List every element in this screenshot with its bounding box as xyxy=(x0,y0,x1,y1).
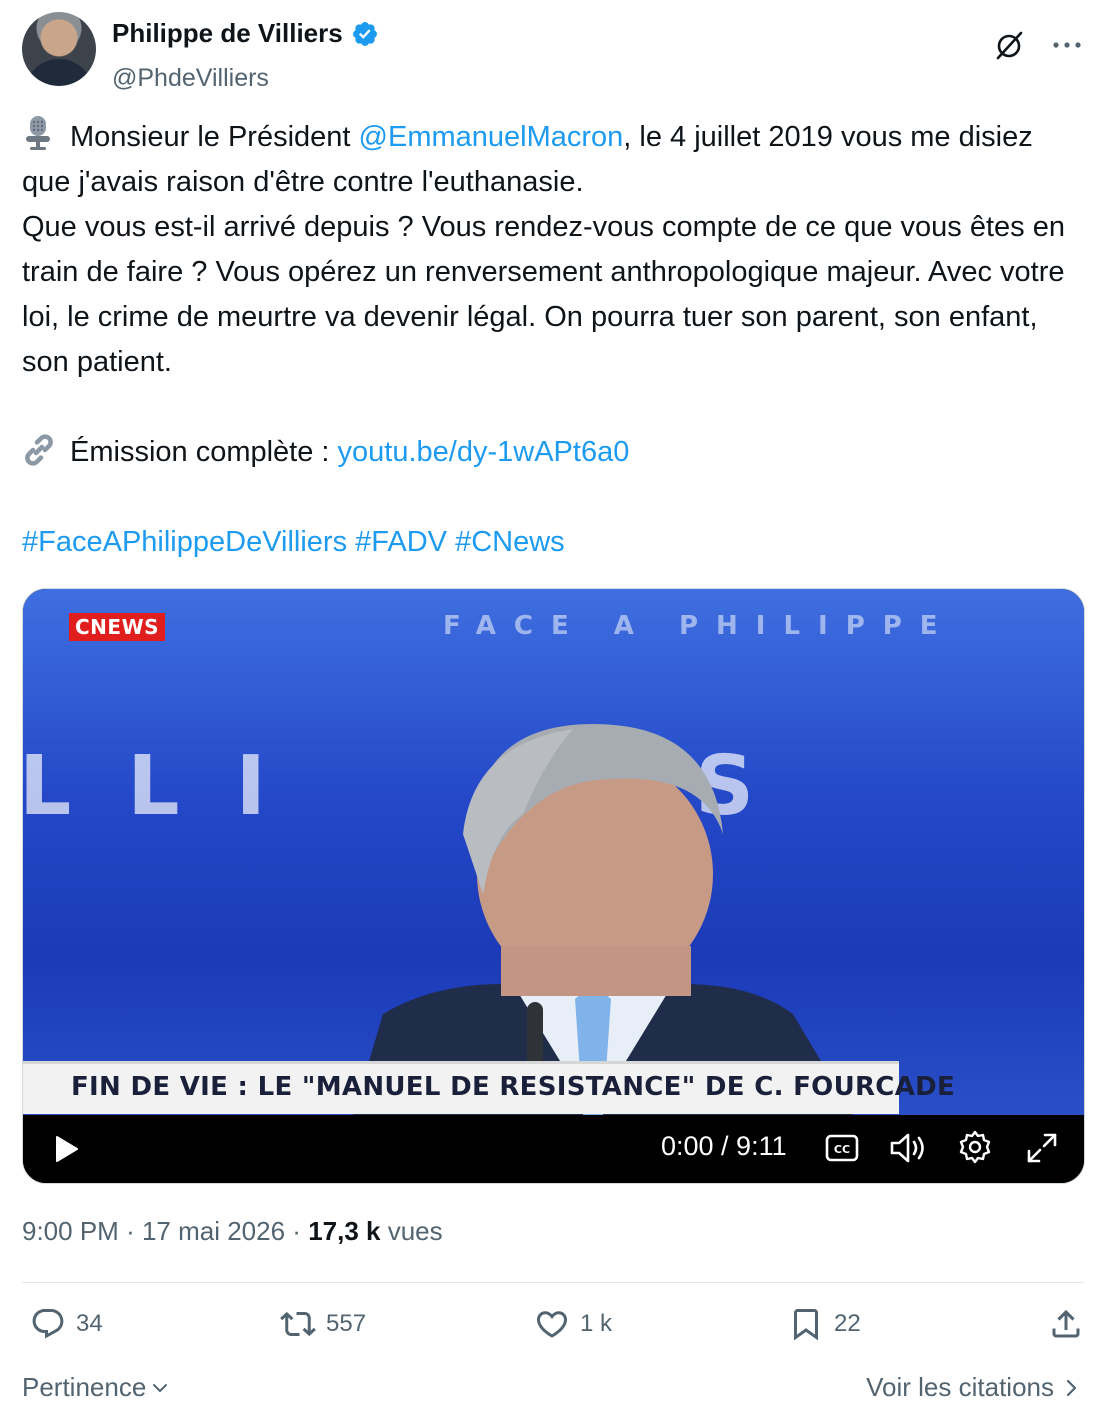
tweet-paragraph-emission: Émission complète : youtu.be/dy-1wAPt6a0 xyxy=(22,430,1088,475)
tweet-actions: 34 557 1 k 22 xyxy=(22,1306,1084,1354)
quotes-label: Voir les citations xyxy=(866,1372,1054,1402)
bookmark-button[interactable]: 22 xyxy=(788,1306,861,1342)
emission-link[interactable]: youtu.be/dy-1wAPt6a0 xyxy=(338,436,630,468)
repost-icon xyxy=(280,1311,316,1337)
views-label: vues xyxy=(387,1216,443,1246)
avatar[interactable] xyxy=(22,12,96,86)
video-frame[interactable]: FACE A PHILIPPE LLI S CNEWS xyxy=(23,589,1084,1115)
more-options-icon[interactable] xyxy=(1050,30,1084,60)
banner-text: FIN DE VIE : LE "MANUEL DE RESISTANCE" D… xyxy=(71,1072,956,1102)
reply-button[interactable]: 34 xyxy=(30,1306,103,1342)
sort-selector[interactable]: Pertinence xyxy=(22,1372,170,1403)
author-name-row: Philippe de Villiers xyxy=(112,18,379,49)
hashtag-link[interactable]: #FaceAPhilippeDeVilliers xyxy=(22,526,347,558)
emission-label: Émission complète : xyxy=(70,436,338,468)
heart-icon xyxy=(536,1311,568,1338)
tweet-time[interactable]: 9:00 PM xyxy=(22,1216,119,1246)
svg-text:CC: CC xyxy=(834,1143,850,1156)
studio-background-letters: LLI xyxy=(22,739,323,834)
tweet-paragraph-1: Monsieur le Président @EmmanuelMacron, l… xyxy=(22,114,1088,205)
repost-count: 557 xyxy=(326,1310,367,1337)
author-name[interactable]: Philippe de Villiers xyxy=(112,18,343,49)
hashtag-link[interactable]: #CNews xyxy=(455,526,565,558)
verified-badge-icon xyxy=(352,21,377,46)
tweet-date[interactable]: 17 mai 2026 xyxy=(142,1216,285,1246)
share-icon xyxy=(1052,1309,1080,1338)
tweet-text: Monsieur le Président @EmmanuelMacron, l… xyxy=(22,114,1088,565)
microphone-emoji-icon xyxy=(26,116,50,150)
presenter-image xyxy=(353,724,853,1115)
bookmark-icon xyxy=(794,1309,818,1341)
like-count: 1 k xyxy=(580,1310,613,1337)
tweet-footer: Pertinence Voir les citations xyxy=(22,1372,1080,1406)
chevron-down-icon xyxy=(153,1383,168,1392)
tweet-text-start: Monsieur le Président xyxy=(70,121,359,153)
share-button[interactable] xyxy=(1048,1306,1084,1342)
chevron-right-icon xyxy=(1066,1379,1077,1396)
grok-icon[interactable] xyxy=(992,28,1026,62)
bookmark-count: 22 xyxy=(834,1310,861,1337)
mention-link[interactable]: @EmmanuelMacron xyxy=(359,121,624,153)
studio-background-text: FACE A PHILIPPE xyxy=(443,611,956,641)
cc-icon[interactable]: CC xyxy=(825,1133,859,1163)
reply-icon xyxy=(32,1309,64,1339)
video-banner: FIN DE VIE : LE "MANUEL DE RESISTANCE" D… xyxy=(23,1061,955,1114)
tweet-paragraph-2: Que vous est-il arrivé depuis ? Vous ren… xyxy=(22,211,1065,378)
reply-count: 34 xyxy=(76,1310,103,1337)
repost-button[interactable]: 557 xyxy=(280,1306,366,1342)
tweet-hashtags: #FaceAPhilippeDeVilliers #FADV #CNews xyxy=(22,520,1088,565)
views-count: 17,3 k xyxy=(308,1216,381,1246)
volume-icon[interactable] xyxy=(889,1131,927,1165)
link-emoji-icon xyxy=(25,434,53,466)
divider xyxy=(22,1282,1084,1283)
like-button[interactable]: 1 k xyxy=(534,1306,612,1342)
cnews-logo: CNEWS xyxy=(69,613,166,641)
hashtag-link[interactable]: #FADV xyxy=(355,526,447,558)
video-time: 0:00 / 9:11 xyxy=(661,1131,787,1161)
fullscreen-icon[interactable] xyxy=(1025,1131,1059,1165)
video-controls: 0:00 / 9:11 CC xyxy=(23,1115,1084,1183)
author-handle[interactable]: @PhdeVilliers xyxy=(112,64,269,93)
gear-icon[interactable] xyxy=(957,1129,993,1165)
tweet-meta: 9:00 PM · 17 mai 2026 · 17,3 k vues xyxy=(22,1216,443,1246)
view-quotes-link[interactable]: Voir les citations xyxy=(866,1372,1080,1403)
sort-label: Pertinence xyxy=(22,1372,147,1402)
video-player[interactable]: FACE A PHILIPPE LLI S CNEWS FIN DE VIE :… xyxy=(22,588,1085,1184)
play-icon[interactable] xyxy=(53,1135,79,1163)
tweet-header: Philippe de Villiers @PhdeVilliers xyxy=(22,12,1088,92)
